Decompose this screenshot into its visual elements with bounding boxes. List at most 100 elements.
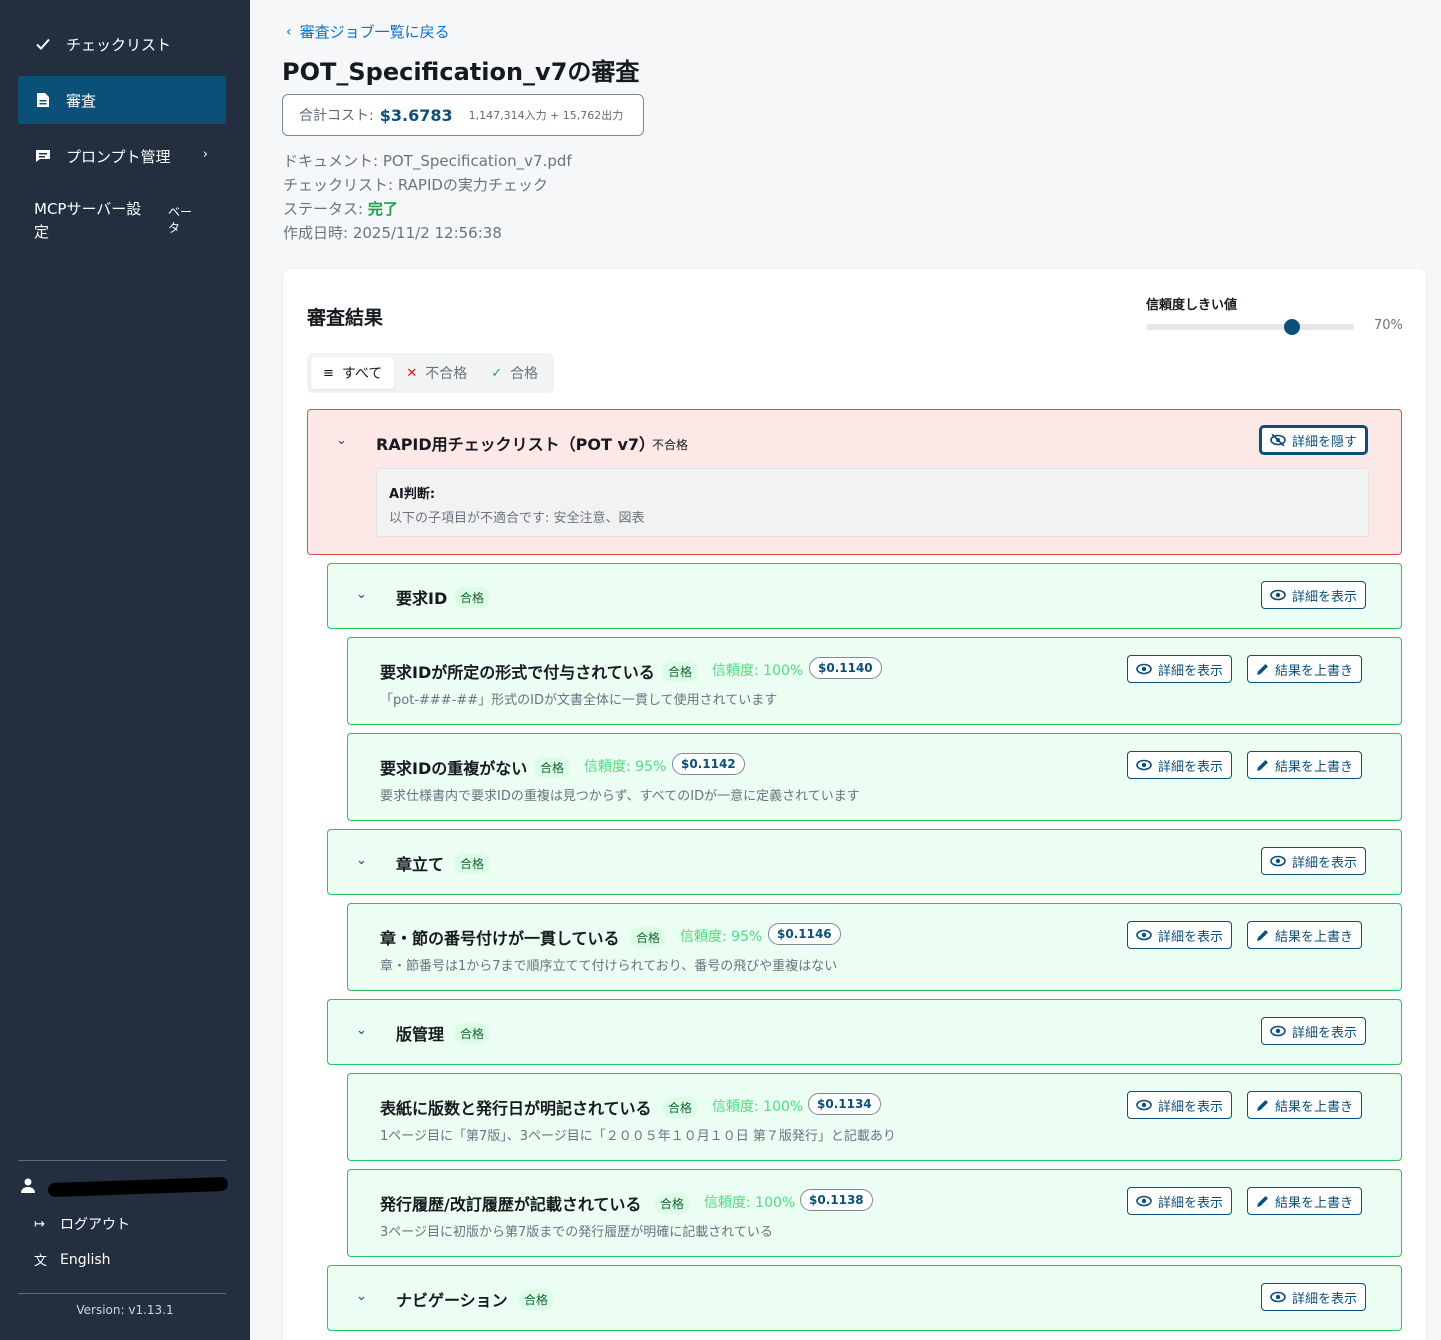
show-details-button[interactable]: 詳細を表示 <box>1127 751 1233 779</box>
sidebar-item-label: 審査 <box>66 91 97 110</box>
sidebar-item-prompts[interactable]: プロンプト管理 › <box>18 132 226 180</box>
meta-created: 作成日時: 2025/11/2 12:56:38 <box>283 224 502 242</box>
user-menu[interactable] <box>20 1176 229 1198</box>
button-label: 詳細を隠す <box>1292 434 1358 450</box>
button-label: 詳細を表示 <box>1158 759 1224 775</box>
sidebar-item-review[interactable]: 審査 <box>18 76 226 124</box>
show-details-button[interactable]: 詳細を表示 <box>1127 1091 1233 1119</box>
slider-handle[interactable] <box>1283 319 1300 335</box>
divider <box>18 1160 226 1161</box>
status-badge: 合格 <box>662 661 699 682</box>
total-cost: 合計コスト: $3.6783 1,147,314入力 + 15,762出力 <box>282 94 644 136</box>
item-title: 表紙に版数と発行日が明記されている <box>380 1099 652 1118</box>
eye-icon <box>1136 1195 1152 1207</box>
confidence: 信頼度: 100% <box>712 663 804 679</box>
eye-icon <box>1136 663 1152 675</box>
logout-label: ログアウト <box>60 1217 130 1233</box>
button-label: 詳細を表示 <box>1158 1099 1224 1115</box>
user-icon <box>20 1177 36 1197</box>
redacted-username <box>47 1176 229 1198</box>
language-switch[interactable]: 文 English <box>34 1250 111 1270</box>
ai-text: 以下の子項目が不適合です: 安全注意、図表 <box>389 511 645 526</box>
hide-details-button[interactable]: 詳細を隠す <box>1260 426 1368 454</box>
group-title: 版管理 <box>396 1025 445 1044</box>
eye-icon <box>1270 1291 1286 1303</box>
filter-label: 不合格 <box>425 366 468 382</box>
group-title: 要求ID <box>396 589 448 608</box>
filter-label: 合格 <box>510 366 539 382</box>
close-icon: ✕ <box>406 365 418 381</box>
show-details-button[interactable]: 詳細を表示 <box>1261 581 1367 609</box>
item-cost: $0.1138 <box>800 1189 873 1211</box>
translate-icon: 文 <box>34 1254 48 1269</box>
button-label: 結果を上書き <box>1275 1099 1354 1115</box>
status-badge: 合格 <box>662 1097 699 1118</box>
chevron-down-icon[interactable]: ⌄ <box>356 587 367 602</box>
override-result-button[interactable]: 結果を上書き <box>1247 655 1363 683</box>
meta-status: ステータス: 完了 <box>283 198 398 219</box>
language-label: English <box>60 1251 111 1268</box>
card-title: RAPID用チェックリスト（POT v7） <box>376 435 656 454</box>
status-badge: 合格 <box>518 1289 555 1310</box>
show-details-button[interactable]: 詳細を表示 <box>1127 921 1233 949</box>
sidebar-item-label: プロンプト管理 <box>66 147 171 166</box>
item-cost: $0.1142 <box>672 753 745 775</box>
group-title: 章立て <box>396 855 445 874</box>
status-label: ステータス: <box>283 200 364 218</box>
group-title: ナビゲーション <box>396 1291 508 1310</box>
filter-fail[interactable]: ✕ 不合格 <box>394 357 479 389</box>
status-badge: 合格 <box>654 1193 691 1214</box>
back-link[interactable]: ‹ 審査ジョブ一覧に戻る <box>286 21 450 42</box>
meta-document: ドキュメント: POT_Specification_v7.pdf <box>283 152 572 170</box>
show-details-button[interactable]: 詳細を表示 <box>1261 1017 1367 1045</box>
chevron-down-icon[interactable]: ⌄ <box>356 1023 367 1038</box>
status-badge: 合格 <box>534 757 571 778</box>
document-icon <box>34 91 52 109</box>
eye-icon <box>1270 855 1286 867</box>
pencil-icon <box>1256 759 1269 772</box>
cost-value: $3.6783 <box>379 105 453 125</box>
button-label: 詳細を表示 <box>1292 1291 1358 1307</box>
threshold-label: 信頼度しきい値 <box>1146 298 1238 313</box>
pencil-icon <box>1256 1195 1269 1208</box>
chevron-left-icon: ‹ <box>286 23 292 40</box>
status-badge: 合格 <box>454 1023 491 1044</box>
show-details-button[interactable]: 詳細を表示 <box>1261 1283 1367 1311</box>
button-label: 詳細を表示 <box>1292 1025 1358 1041</box>
sidebar-item-checklist[interactable]: チェックリスト <box>18 20 226 68</box>
pencil-icon <box>1256 929 1269 942</box>
threshold-slider[interactable] <box>1146 319 1354 335</box>
chevron-down-icon[interactable]: ⌄ <box>356 853 367 868</box>
status-badge: 合格 <box>454 587 491 608</box>
show-details-button[interactable]: 詳細を表示 <box>1261 847 1367 875</box>
override-result-button[interactable]: 結果を上書き <box>1247 751 1363 779</box>
button-label: 詳細を表示 <box>1158 663 1224 679</box>
item-cost: $0.1134 <box>808 1093 881 1115</box>
chevron-down-icon[interactable]: ⌄ <box>336 433 347 448</box>
pencil-icon <box>1256 1099 1269 1112</box>
logout-icon: ↦ <box>34 1216 45 1232</box>
filter-all[interactable]: ≡ すべて <box>311 357 395 389</box>
version-text: Version: v1.13.1 <box>76 1303 174 1317</box>
pencil-icon <box>1256 663 1269 676</box>
divider <box>18 1293 226 1294</box>
show-details-button[interactable]: 詳細を表示 <box>1127 1187 1233 1215</box>
logout-link[interactable]: ↦ ログアウト <box>34 1214 130 1234</box>
sidebar-item-mcp[interactable]: MCPサーバー設定 <box>34 198 154 244</box>
button-label: 詳細を表示 <box>1158 929 1224 945</box>
button-label: 結果を上書き <box>1275 663 1354 679</box>
override-result-button[interactable]: 結果を上書き <box>1247 921 1363 949</box>
filter-pass[interactable]: ✓ 合格 <box>479 357 550 389</box>
item-description: 章・節番号は1から7まで順序立てて付けられており、番号の飛びや重複はない <box>380 959 838 974</box>
threshold-value: 70% <box>1374 318 1403 333</box>
status-badge: 不合格 <box>652 438 689 452</box>
check-icon <box>34 35 52 53</box>
show-details-button[interactable]: 詳細を表示 <box>1127 655 1233 683</box>
chevron-down-icon[interactable]: ⌄ <box>356 1289 367 1304</box>
override-result-button[interactable]: 結果を上書き <box>1247 1187 1363 1215</box>
item-title: 章・節の番号付けが一貫している <box>380 929 620 948</box>
status-badge: 合格 <box>630 927 667 948</box>
item-cost: $0.1146 <box>768 923 841 945</box>
confidence: 信頼度: 100% <box>704 1195 796 1211</box>
override-result-button[interactable]: 結果を上書き <box>1247 1091 1363 1119</box>
